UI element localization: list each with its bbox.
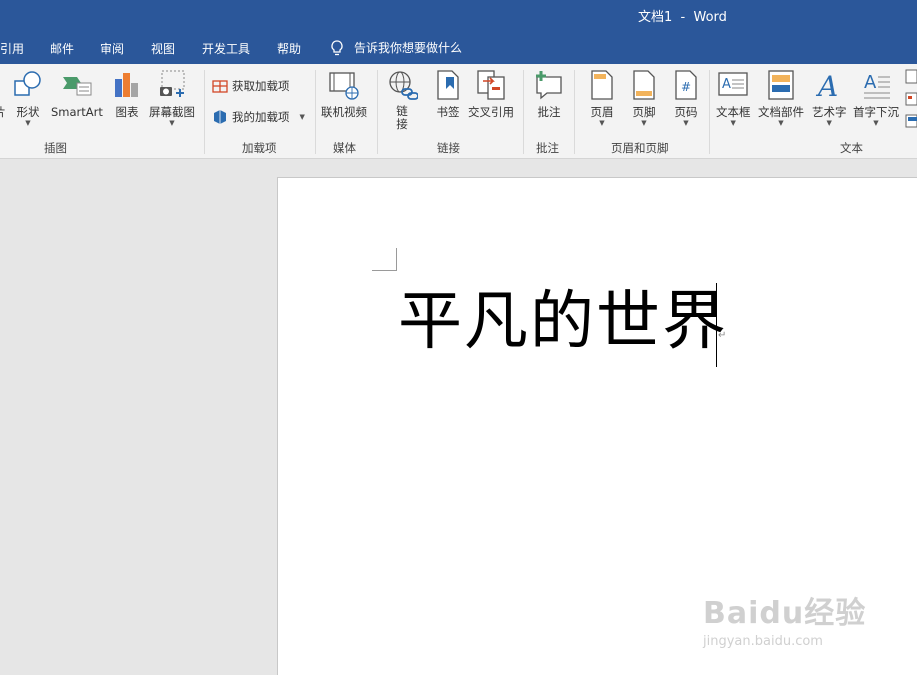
bar-chart-icon (115, 73, 138, 97)
header-button[interactable]: 页眉 ▼ (586, 69, 618, 127)
ribbon-insert: 片 形状 ▼ SmartArt (0, 64, 917, 159)
chart-button[interactable]: 图表 (111, 69, 143, 119)
document-text[interactable]: 平凡的世界 (398, 280, 728, 364)
tab-help[interactable]: 帮助 (277, 40, 301, 57)
object-icon[interactable] (905, 113, 917, 129)
svg-text:A: A (864, 72, 877, 93)
bookmark-button[interactable]: 书签 (432, 69, 464, 119)
margin-corner-mark (372, 248, 397, 271)
tab-review[interactable]: 审阅 (100, 40, 124, 57)
group-divider (315, 70, 316, 154)
signature-line-icon[interactable] (905, 69, 917, 85)
screenshot-icon (160, 70, 185, 97)
chevron-down-icon: ▼ (826, 119, 832, 127)
tab-mailings[interactable]: 邮件 (50, 40, 74, 57)
group-label-media: 媒体 (333, 141, 356, 155)
svg-text:A: A (722, 77, 731, 92)
group-divider (377, 70, 378, 154)
title-bar: 文档1 - Word 引用 邮件 审阅 视图 开发工具 帮助 告诉我你想要做什么 (0, 0, 917, 64)
lightbulb-icon (331, 39, 343, 55)
group-divider (574, 70, 575, 154)
paragraph-mark: ↵ (718, 330, 727, 341)
shapes-icon (14, 71, 41, 96)
textbox-icon: A (718, 72, 748, 96)
tab-view[interactable]: 视图 (151, 40, 175, 57)
chevron-down-icon: ▼ (778, 119, 784, 127)
text-cursor (716, 283, 717, 367)
comment-button[interactable]: 批注 (533, 69, 565, 119)
chevron-down-icon: ▼ (169, 119, 175, 127)
tab-references[interactable]: 引用 (0, 40, 24, 57)
chevron-down-icon: ▼ (299, 113, 305, 121)
svg-text:A: A (815, 70, 838, 101)
quick-parts-button[interactable]: 文档部件 ▼ (758, 69, 804, 127)
cross-reference-button[interactable]: 交叉引用 (468, 69, 514, 119)
watermark-url: jingyan.baidu.com (703, 634, 823, 649)
group-label-illustrations: 插图 (44, 141, 67, 155)
svg-text:#: # (681, 80, 691, 94)
wordart-icon: A (815, 70, 838, 101)
group-divider (523, 70, 524, 154)
page-number-icon: # (675, 70, 697, 100)
footer-icon (633, 70, 655, 100)
pictures-button[interactable]: 片 (0, 69, 6, 119)
group-divider (204, 70, 205, 154)
watermark-logo: Baidu经验 (703, 596, 867, 631)
addin-cube-icon (214, 110, 226, 124)
window-title: 文档1 - Word (638, 10, 727, 25)
get-addins-button[interactable]: 获取加载项 (212, 78, 290, 94)
my-addins-button[interactable]: 我的加载项 ▼ (212, 109, 305, 125)
page-number-button[interactable]: # 页码 ▼ (670, 69, 702, 127)
shapes-button[interactable]: 形状 ▼ (12, 69, 44, 127)
group-divider (709, 70, 710, 154)
header-icon (591, 70, 613, 100)
chevron-down-icon: ▼ (873, 119, 879, 127)
quick-parts-icon (768, 70, 794, 100)
drop-cap-button[interactable]: A 首字下沉 ▼ (853, 69, 899, 127)
screenshot-button[interactable]: 屏幕截图 ▼ (149, 69, 195, 127)
new-comment-icon (536, 71, 562, 100)
store-icon (212, 80, 228, 93)
bookmark-icon (437, 70, 459, 100)
footer-button[interactable]: 页脚 ▼ (628, 69, 660, 127)
watermark: Baidu经验 jingyan.baidu.com (703, 588, 866, 649)
chevron-down-icon: ▼ (730, 119, 736, 127)
cross-reference-icon (477, 70, 505, 100)
group-label-header-footer: 页眉和页脚 (611, 141, 669, 155)
group-label-text: 文本 (840, 141, 863, 155)
drop-cap-icon: A (864, 72, 890, 99)
smartart-icon (62, 77, 92, 96)
chevron-down-icon: ▼ (683, 119, 689, 127)
chevron-down-icon: ▼ (641, 119, 647, 127)
chevron-down-icon: ▼ (599, 119, 605, 127)
link-button[interactable]: 链 接 (386, 69, 418, 131)
smartart-button[interactable]: SmartArt (51, 69, 103, 119)
textbox-button[interactable]: A 文本框 ▼ (716, 69, 751, 127)
online-video-button[interactable]: 联机视频 (321, 69, 367, 119)
group-label-addins: 加载项 (242, 141, 277, 155)
wordart-button[interactable]: A 艺术字 ▼ (812, 69, 847, 127)
group-label-links: 链接 (437, 141, 460, 155)
date-time-icon[interactable] (905, 91, 917, 107)
link-globe-icon (389, 71, 418, 100)
tab-developer[interactable]: 开发工具 (202, 40, 250, 57)
group-label-comments: 批注 (536, 141, 559, 155)
online-video-icon (329, 72, 359, 100)
tell-me-box[interactable]: 告诉我你想要做什么 (330, 39, 462, 56)
chevron-down-icon: ▼ (25, 119, 31, 127)
tell-me-text: 告诉我你想要做什么 (354, 41, 463, 55)
